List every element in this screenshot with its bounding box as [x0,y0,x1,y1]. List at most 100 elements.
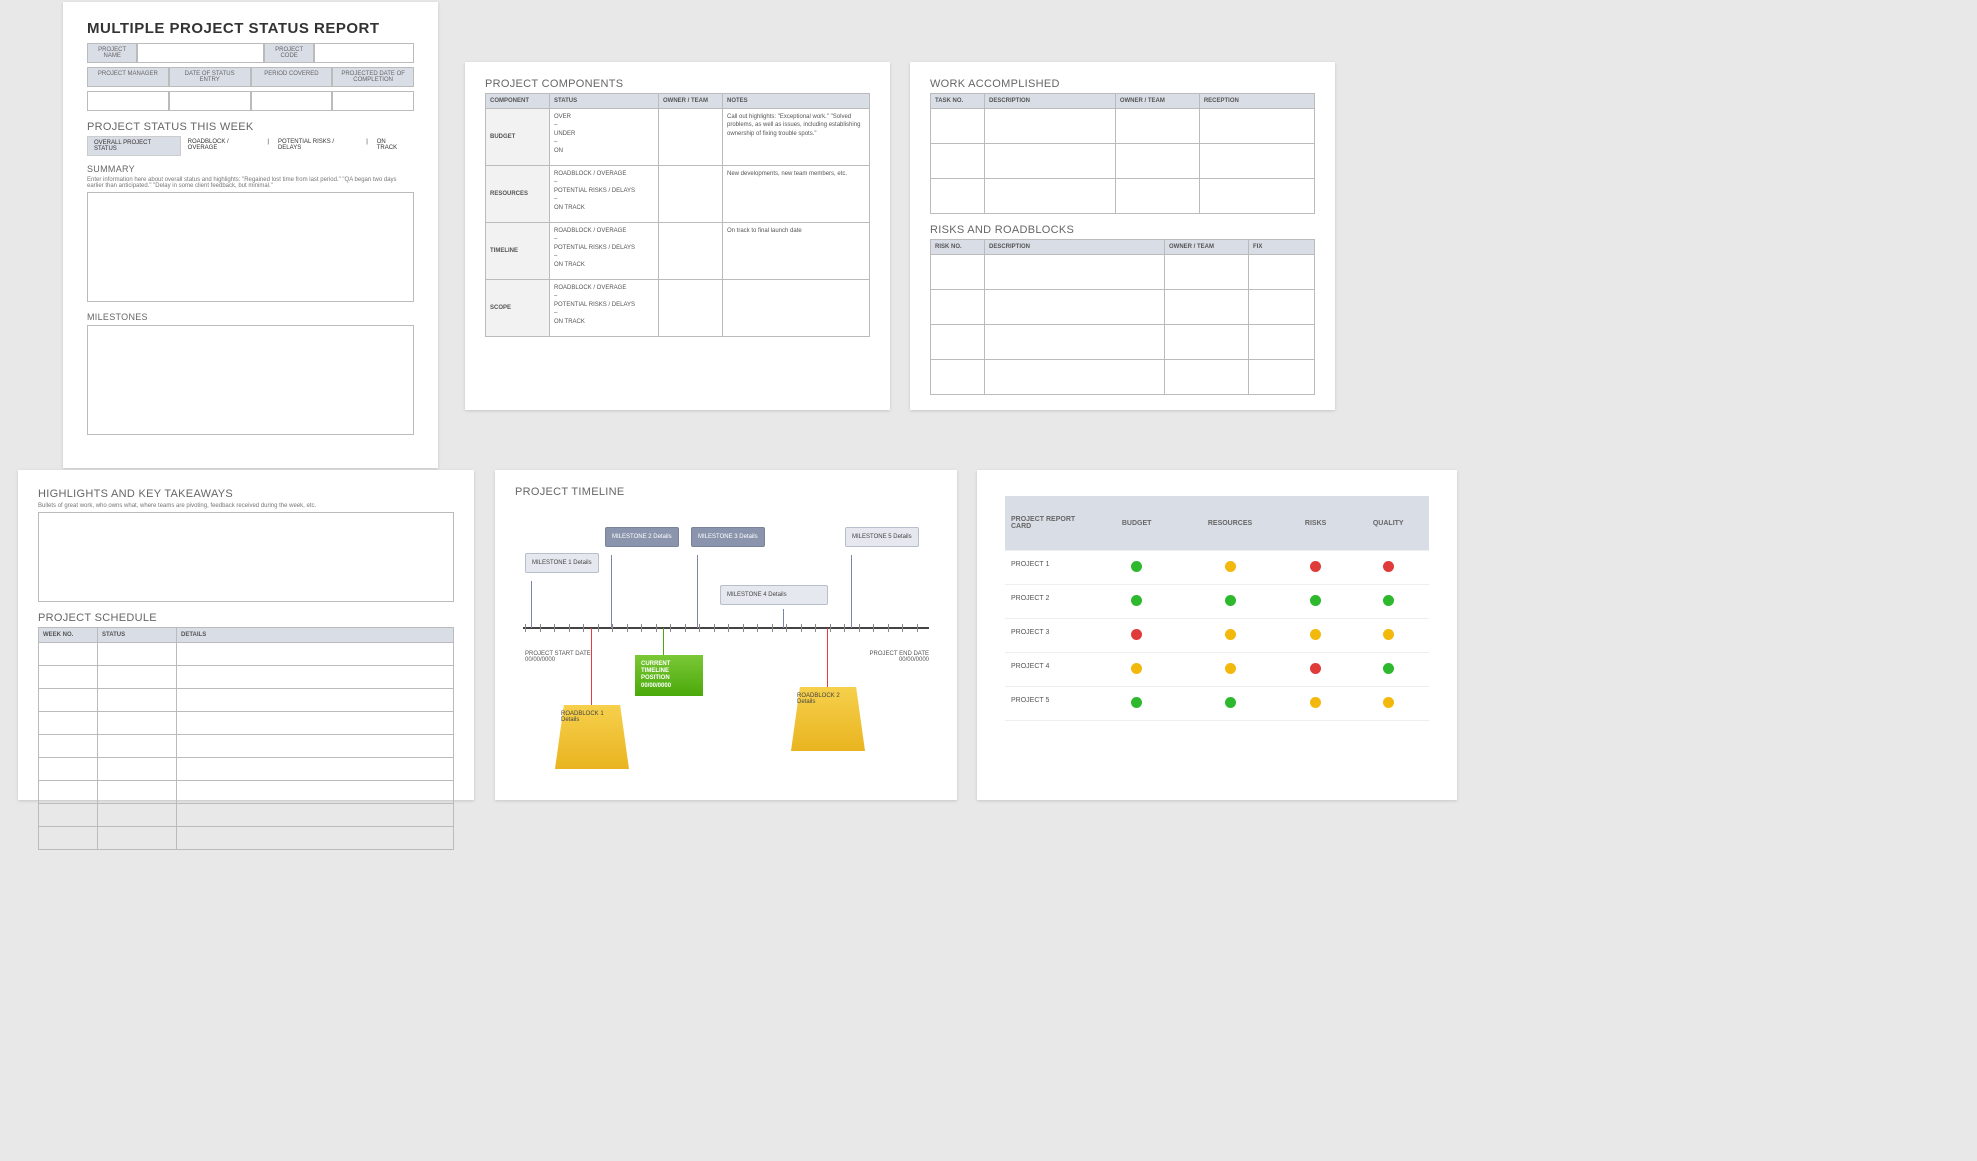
col-fix: FIX [1248,240,1314,255]
schedule-title: PROJECT SCHEDULE [38,612,454,624]
status-dot [1131,595,1142,606]
table-row: RESOURCESROADBLOCK / OVERAGE – POTENTIAL… [486,166,870,223]
cell-status [1176,585,1283,619]
col-status: STATUS [550,94,659,109]
field-project-name[interactable] [137,43,264,63]
tick [569,624,570,632]
col-budget: BUDGET [1097,496,1176,551]
status-dot [1310,663,1321,674]
cell-notes: Call out highlights: "Exceptional work."… [723,109,870,166]
table-row: TIMELINEROADBLOCK / OVERAGE – POTENTIAL … [486,223,870,280]
summary-title: SUMMARY [87,164,414,174]
cell-status [1284,653,1348,687]
table-row [39,827,454,850]
table-row [39,735,454,758]
tab-roadblock[interactable]: ROADBLOCK / OVERAGE [182,136,265,156]
tick [859,624,860,632]
page-highlights: HIGHLIGHTS AND KEY TAKEAWAYS Bullets of … [18,470,474,800]
timeline-canvas: MILESTONE 1 Details MILESTONE 2 Details … [515,501,937,771]
tick [554,624,555,632]
tick [714,624,715,632]
milestone-line [531,581,532,628]
label-date: DATE OF STATUS ENTRY [169,67,251,87]
status-dot [1383,629,1394,640]
tick [830,624,831,632]
field-pm[interactable] [87,91,169,111]
milestone-line [851,555,852,628]
cell-status: ROADBLOCK / OVERAGE – POTENTIAL RISKS / … [550,223,659,280]
field-projected[interactable] [332,91,414,111]
cell-project: PROJECT 2 [1005,585,1097,619]
cell-owner[interactable] [659,280,723,337]
table-row: PROJECT 4 [1005,653,1429,687]
cell-status: OVER – UNDER – ON [550,109,659,166]
cell-status [1347,653,1429,687]
tick [612,624,613,632]
milestones-box[interactable] [87,325,414,435]
tick [917,624,918,632]
cell-status [1176,551,1283,585]
label-period: PERIOD COVERED [251,67,333,87]
cell-status [1097,687,1176,721]
status-dot [1131,697,1142,708]
axis-start: PROJECT START DATE 00/00/0000 [525,651,605,663]
cell-project: PROJECT 1 [1005,551,1097,585]
cell-owner[interactable] [659,109,723,166]
table-row [39,781,454,804]
tick [873,624,874,632]
cell-owner[interactable] [659,166,723,223]
table-row [39,758,454,781]
cell-status [1347,551,1429,585]
risks-table: RISK NO.DESCRIPTIONOWNER / TEAMFIX [930,239,1315,395]
cell-notes: New developments, new team members, etc. [723,166,870,223]
status-dot [1131,663,1142,674]
table-row: BUDGETOVER – UNDER – ONCall out highligh… [486,109,870,166]
roadblock-line [827,628,828,688]
table-row: PROJECT 5 [1005,687,1429,721]
highlights-title: HIGHLIGHTS AND KEY TAKEAWAYS [38,488,454,500]
field-date[interactable] [169,91,251,111]
table-row [931,179,1315,214]
table-row [931,109,1315,144]
tick [902,624,903,632]
table-row: PROJECT 2 [1005,585,1429,619]
cell-status [1176,653,1283,687]
tab-ontrack[interactable]: ON TRACK [371,136,413,156]
highlights-box[interactable] [38,512,454,602]
summary-box[interactable] [87,192,414,302]
work-table: TASK NO.DESCRIPTIONOWNER / TEAMRECEPTION [930,93,1315,214]
page-components: PROJECT COMPONENTS COMPONENT STATUS OWNE… [465,62,890,410]
cell-status [1176,619,1283,653]
field-period[interactable] [251,91,333,111]
cell-status: ROADBLOCK / OVERAGE – POTENTIAL RISKS / … [550,166,659,223]
field-project-code[interactable] [314,43,414,63]
current-position: CURRENT TIMELINE POSITION 00/00/0000 [635,655,703,696]
cell-status [1176,687,1283,721]
tab-overall[interactable]: OVERALL PROJECT STATUS [87,136,181,156]
timeline-title: PROJECT TIMELINE [515,486,937,498]
tick [699,624,700,632]
milestone-4: MILESTONE 4 Details [720,585,828,605]
table-row: SCOPEROADBLOCK / OVERAGE – POTENTIAL RIS… [486,280,870,337]
status-dot [1383,561,1394,572]
tick [815,624,816,632]
page-work-risks: WORK ACCOMPLISHED TASK NO.DESCRIPTIONOWN… [910,62,1335,410]
cell-status [1284,585,1348,619]
tick [598,624,599,632]
col-risks: RISKS [1284,496,1348,551]
tick [757,624,758,632]
label-project-name: PROJECT NAME [87,43,137,63]
tab-risks[interactable]: POTENTIAL RISKS / DELAYS [272,136,363,156]
col-owner: OWNER / TEAM [1115,94,1199,109]
milestones-title: MILESTONES [87,312,414,322]
col-resources: RESOURCES [1176,496,1283,551]
cell-owner[interactable] [659,223,723,280]
cell-status [1284,687,1348,721]
roadblock-line [591,628,592,706]
col-taskno: TASK NO. [931,94,985,109]
milestone-3: MILESTONE 3 Details [691,527,765,547]
sep: | [364,136,370,156]
tick [728,624,729,632]
col-details: DETAILS [177,628,454,643]
table-row [931,290,1315,325]
